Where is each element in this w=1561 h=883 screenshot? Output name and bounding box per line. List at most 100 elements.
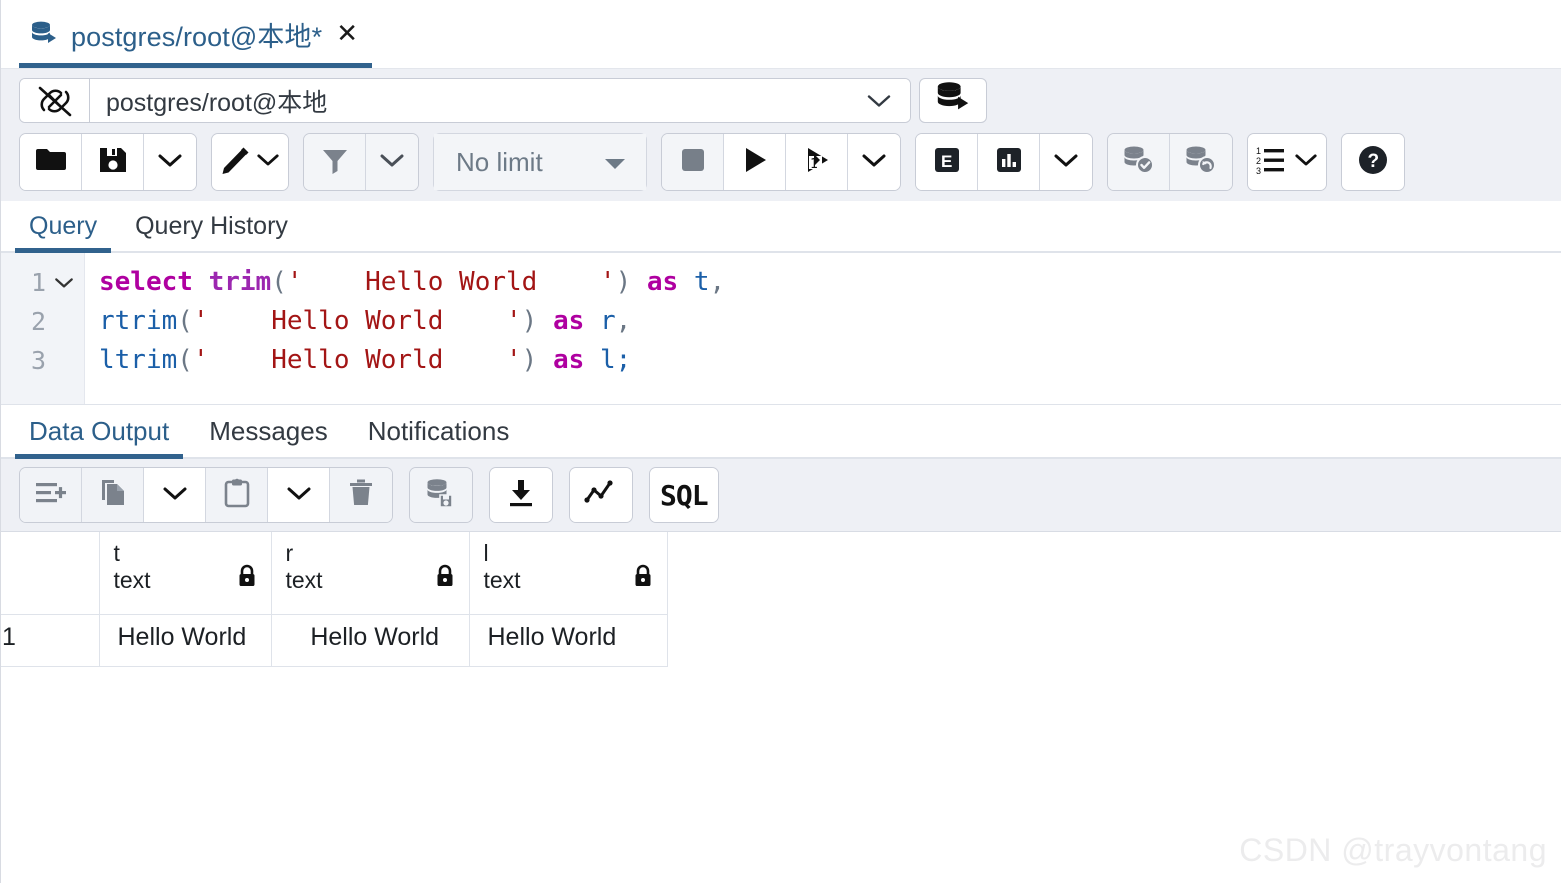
code-token: ; (615, 345, 632, 375)
code-token: , (615, 306, 632, 336)
gutter-line-3: 3 (1, 341, 84, 380)
output-tab-bar: Data Output Messages Notifications (1, 405, 1561, 459)
explain-button[interactable]: E (916, 134, 978, 190)
execute-step-button[interactable]: 1 (786, 134, 848, 190)
graph-visualiser-button[interactable] (570, 468, 632, 522)
query-tool-sql-button[interactable]: SQL (650, 468, 718, 522)
delete-row-button[interactable] (330, 468, 392, 522)
commit-button[interactable] (1108, 134, 1170, 190)
play-icon (740, 145, 770, 180)
macros-button[interactable]: 1 2 3 (1248, 134, 1326, 190)
results-grid: t text r text l text 1 Hello World Hello… (1, 532, 668, 667)
row-limit-select[interactable]: No limit (434, 134, 646, 190)
help-group: ? (1341, 133, 1405, 191)
chevron-down-icon (866, 86, 892, 115)
chevron-down-icon (286, 485, 312, 506)
database-run-button[interactable] (919, 78, 987, 123)
row-number: 1 (1, 614, 100, 667)
query-toolbar: No limit 1 E 1 2 3 ? (1, 129, 1561, 201)
code-token: , (709, 267, 726, 297)
download-results-button[interactable] (490, 468, 552, 522)
document-tab-postgres[interactable]: postgres/root@本地* ✕ (19, 0, 372, 68)
code-token: ) (521, 345, 538, 375)
copy-options-button[interactable] (144, 468, 206, 522)
code-token: ) (521, 306, 538, 336)
line-number: 3 (30, 346, 46, 375)
results-grid-area: t text r text l text 1 Hello World Hello… (1, 532, 1561, 832)
tab-data-output[interactable]: Data Output (15, 408, 184, 459)
copy-button[interactable] (82, 468, 144, 522)
code-line: select trim(' Hello World ') as t, (99, 263, 1561, 302)
graph-group (569, 467, 633, 523)
tab-messages[interactable]: Messages (195, 408, 342, 457)
transaction-group (1107, 133, 1233, 191)
database-undo-icon (1184, 144, 1218, 181)
connection-select[interactable]: postgres/root@本地 (90, 79, 910, 122)
disconnected-plug-icon (20, 79, 90, 122)
edit-button[interactable] (212, 134, 288, 190)
paste-options-button[interactable] (268, 468, 330, 522)
column-header-t[interactable]: t text (99, 532, 272, 615)
query-tab-bar: Query Query History (1, 201, 1561, 253)
tab-query[interactable]: Query (15, 206, 112, 253)
document-tab-label: postgres/root@本地* (71, 21, 323, 52)
close-icon[interactable]: ✕ (336, 21, 358, 47)
paste-button[interactable] (206, 468, 268, 522)
rollback-button[interactable] (1170, 134, 1232, 190)
save-floppy-icon (98, 145, 128, 180)
folder-icon (34, 145, 68, 180)
filter-button[interactable] (304, 134, 366, 190)
sql-text-icon: SQL (660, 478, 709, 512)
tab-messages-label: Messages (209, 416, 328, 446)
tab-notifications[interactable]: Notifications (354, 408, 524, 457)
column-header-l[interactable]: l text (469, 532, 668, 615)
cell-l[interactable]: Hello World (469, 614, 668, 667)
stop-button[interactable] (662, 134, 724, 190)
help-button[interactable]: ? (1342, 134, 1404, 190)
add-row-button[interactable] (20, 468, 82, 522)
save-data-changes-button[interactable] (410, 468, 472, 522)
execute-options-button[interactable] (848, 134, 900, 190)
cell-t[interactable]: Hello World (99, 614, 272, 667)
database-run-icon (934, 79, 972, 122)
code-token: ( (177, 345, 193, 375)
play-step-icon: 1 (802, 145, 832, 180)
cell-r[interactable]: Hello World (271, 614, 470, 667)
explain-options-button[interactable] (1040, 134, 1092, 190)
table-row[interactable]: 1 Hello World Hello World Hello World (1, 614, 668, 667)
svg-text:3: 3 (1256, 166, 1261, 175)
watermark-text: CSDN @trayvontang (1239, 832, 1547, 868)
explain-analyze-button[interactable] (978, 134, 1040, 190)
code-token: ) (615, 267, 632, 297)
query-tool-window: postgres/root@本地* ✕ postgres/root@本地 No … (0, 0, 1561, 883)
gutter-line-2: 2 (1, 302, 84, 341)
code-token: ( (177, 306, 193, 336)
save-file-button[interactable] (82, 134, 144, 190)
save-options-button[interactable] (144, 134, 196, 190)
explain-group: E (915, 133, 1093, 191)
code-token: ' Hello World ' (286, 267, 616, 297)
sql-code-area[interactable]: select trim(' Hello World ') as t, rtrim(… (85, 253, 1561, 404)
column-header-r[interactable]: r text (271, 532, 470, 615)
execute-button[interactable] (724, 134, 786, 190)
chevron-down-icon[interactable] (54, 276, 74, 289)
filter-options-button[interactable] (366, 134, 418, 190)
edit-group (211, 133, 289, 191)
sql-editor[interactable]: 1 2 3 select trim(' Hello World ') as t,… (1, 253, 1561, 405)
tab-query-history[interactable]: Query History (121, 206, 302, 251)
column-type: text (483, 567, 521, 594)
lock-icon (435, 564, 455, 593)
code-token: as (646, 267, 679, 297)
grid-header-row: t text r text l text (1, 532, 668, 615)
code-token: l (599, 345, 616, 375)
explain-e-icon: E (932, 145, 962, 180)
svg-text:?: ? (1368, 151, 1380, 172)
tab-query-history-label: Query History (135, 212, 288, 240)
column-type: text (285, 567, 323, 594)
clipboard-icon (223, 478, 251, 513)
open-file-button[interactable] (20, 134, 82, 190)
